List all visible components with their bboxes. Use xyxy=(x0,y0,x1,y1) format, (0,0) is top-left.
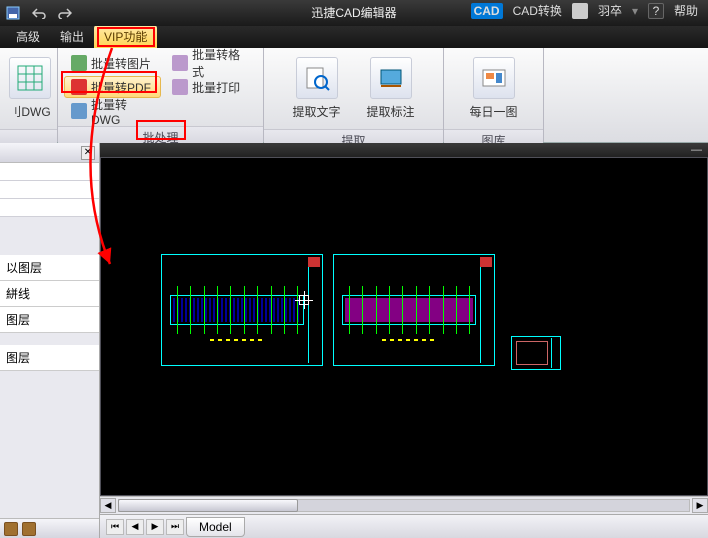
tab-vip[interactable]: VIP功能 xyxy=(94,25,157,48)
left-panel: ✕ 以图层 絣线 图层 图层 xyxy=(0,143,100,538)
cad-canvas[interactable] xyxy=(100,157,708,496)
tab-advanced[interactable]: 高级 xyxy=(6,25,50,48)
tab-output[interactable]: 输出 xyxy=(50,25,94,48)
dwg-grid-icon xyxy=(9,57,51,99)
layer-item[interactable]: 絣线 xyxy=(0,281,99,307)
folder-icon[interactable] xyxy=(22,522,36,536)
image-icon xyxy=(71,55,87,71)
help-link[interactable]: 帮助 xyxy=(674,2,698,19)
app-title: 迅捷CAD编辑器 xyxy=(311,4,396,21)
layer-item[interactable]: 以图层 xyxy=(0,255,99,281)
batch-format-button[interactable]: 批量转格式 xyxy=(165,52,257,74)
print-icon xyxy=(172,79,188,95)
panel-close-button[interactable]: ✕ xyxy=(81,146,95,160)
tab-next-icon[interactable]: ▶ xyxy=(146,519,164,535)
tab-first-icon[interactable]: ⏮ xyxy=(106,519,124,535)
scroll-left-icon[interactable]: ◀ xyxy=(100,498,116,513)
model-tab[interactable]: Model xyxy=(186,517,245,537)
pdf-icon xyxy=(71,79,87,95)
avatar-icon[interactable] xyxy=(572,3,588,19)
extract-annotation-button[interactable]: 提取标注 xyxy=(356,52,426,125)
extract-annotation-icon xyxy=(370,57,412,99)
extract-text-icon xyxy=(296,57,338,99)
dwg-icon xyxy=(71,103,87,119)
format-icon xyxy=(172,55,188,71)
horizontal-scrollbar[interactable]: ◀ ▶ xyxy=(100,496,708,514)
gallery-icon xyxy=(473,57,515,99)
daily-image-button[interactable]: 每日一图 xyxy=(459,52,529,125)
dwg-button[interactable]: 刂DWG xyxy=(6,52,54,125)
extract-text-button[interactable]: 提取文字 xyxy=(282,52,352,125)
scroll-right-icon[interactable]: ▶ xyxy=(692,498,708,513)
save-icon[interactable] xyxy=(0,2,26,24)
tab-prev-icon[interactable]: ◀ xyxy=(126,519,144,535)
tab-last-icon[interactable]: ⏭ xyxy=(166,519,184,535)
redo-icon[interactable] xyxy=(52,2,78,24)
scrollbar-thumb[interactable] xyxy=(118,499,298,512)
help-icon[interactable]: ? xyxy=(648,3,664,19)
minimize-icon[interactable]: — xyxy=(691,144,702,156)
cad-badge-icon: CAD xyxy=(471,3,503,19)
batch-to-image-button[interactable]: 批量转图片 xyxy=(64,52,161,74)
undo-icon[interactable] xyxy=(26,2,52,24)
batch-print-button[interactable]: 批量打印 xyxy=(165,76,257,98)
batch-to-dwg-button[interactable]: 批量转DWG xyxy=(64,100,161,122)
layer-item[interactable]: 图层 xyxy=(0,345,99,371)
folder-icon[interactable] xyxy=(4,522,18,536)
username[interactable]: 羽卒 xyxy=(598,2,622,19)
layer-item[interactable]: 图层 xyxy=(0,307,99,333)
cad-convert-link[interactable]: CAD转换 xyxy=(513,2,562,19)
